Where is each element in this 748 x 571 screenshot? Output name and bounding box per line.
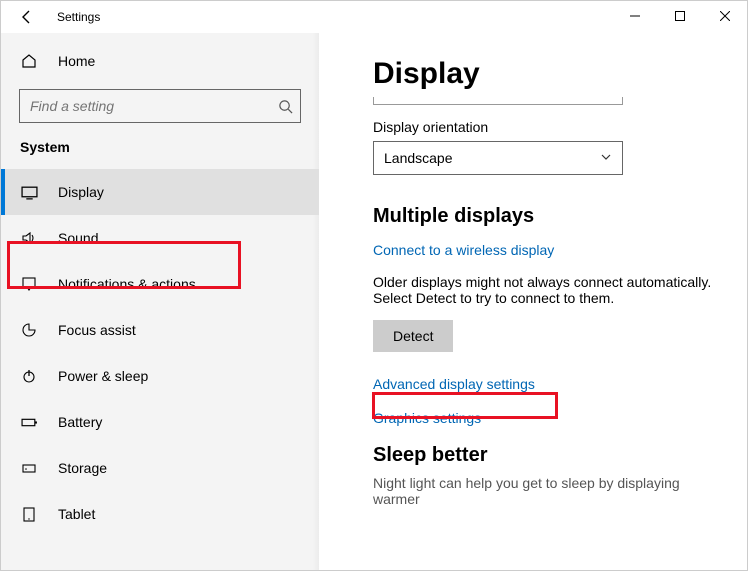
minimize-button[interactable] [612, 1, 657, 31]
sidebar-item-label: Battery [58, 414, 102, 430]
battery-icon [20, 413, 38, 431]
focus-assist-icon [20, 321, 38, 339]
orientation-select[interactable]: Landscape [373, 141, 623, 175]
sidebar-item-label: Storage [58, 460, 107, 476]
orientation-label: Display orientation [373, 119, 727, 135]
maximize-button[interactable] [657, 1, 702, 31]
sound-icon [20, 229, 38, 247]
advanced-display-settings-link[interactable]: Advanced display settings [373, 376, 727, 392]
multi-description: Older displays might not always connect … [373, 274, 727, 306]
display-icon [20, 183, 38, 201]
close-button[interactable] [702, 1, 747, 31]
sidebar-item-storage[interactable]: Storage [1, 445, 319, 491]
back-button[interactable] [17, 7, 37, 27]
section-system: System [1, 139, 319, 169]
sidebar-item-label: Power & sleep [58, 368, 148, 384]
sidebar-item-focus-assist[interactable]: Focus assist [1, 307, 319, 353]
sidebar-item-battery[interactable]: Battery [1, 399, 319, 445]
divider-line [373, 97, 623, 105]
home-nav[interactable]: Home [1, 41, 319, 81]
sidebar-item-sound[interactable]: Sound [1, 215, 319, 261]
home-icon [20, 52, 38, 70]
sidebar-item-label: Sound [58, 230, 98, 246]
notifications-icon [20, 275, 38, 293]
multiple-displays-heading: Multiple displays [373, 205, 727, 228]
page-title: Display [373, 57, 727, 91]
detect-button[interactable]: Detect [373, 320, 453, 352]
sidebar-item-notifications[interactable]: Notifications & actions [1, 261, 319, 307]
power-icon [20, 367, 38, 385]
sidebar-item-label: Tablet [58, 506, 95, 522]
search-box[interactable] [19, 89, 301, 123]
chevron-down-icon [600, 150, 612, 166]
sidebar: Home System Display Sound [1, 33, 319, 570]
search-icon [270, 99, 300, 114]
sidebar-item-tablet[interactable]: Tablet [1, 491, 319, 537]
tablet-icon [20, 505, 38, 523]
graphics-settings-link[interactable]: Graphics settings [373, 410, 727, 426]
sleep-description: Night light can help you get to sleep by… [373, 475, 727, 507]
connect-wireless-display-link[interactable]: Connect to a wireless display [373, 242, 727, 258]
content-pane: Display Display orientation Landscape Mu… [319, 33, 747, 570]
home-label: Home [58, 53, 95, 69]
sleep-better-heading: Sleep better [373, 444, 727, 467]
sidebar-item-power-sleep[interactable]: Power & sleep [1, 353, 319, 399]
sidebar-item-display[interactable]: Display [1, 169, 319, 215]
search-input[interactable] [20, 98, 270, 114]
sidebar-item-label: Display [58, 184, 104, 200]
sidebar-item-label: Focus assist [58, 322, 136, 338]
orientation-value: Landscape [384, 150, 453, 166]
sidebar-item-label: Notifications & actions [58, 276, 196, 292]
storage-icon [20, 459, 38, 477]
window-title: Settings [57, 10, 100, 24]
